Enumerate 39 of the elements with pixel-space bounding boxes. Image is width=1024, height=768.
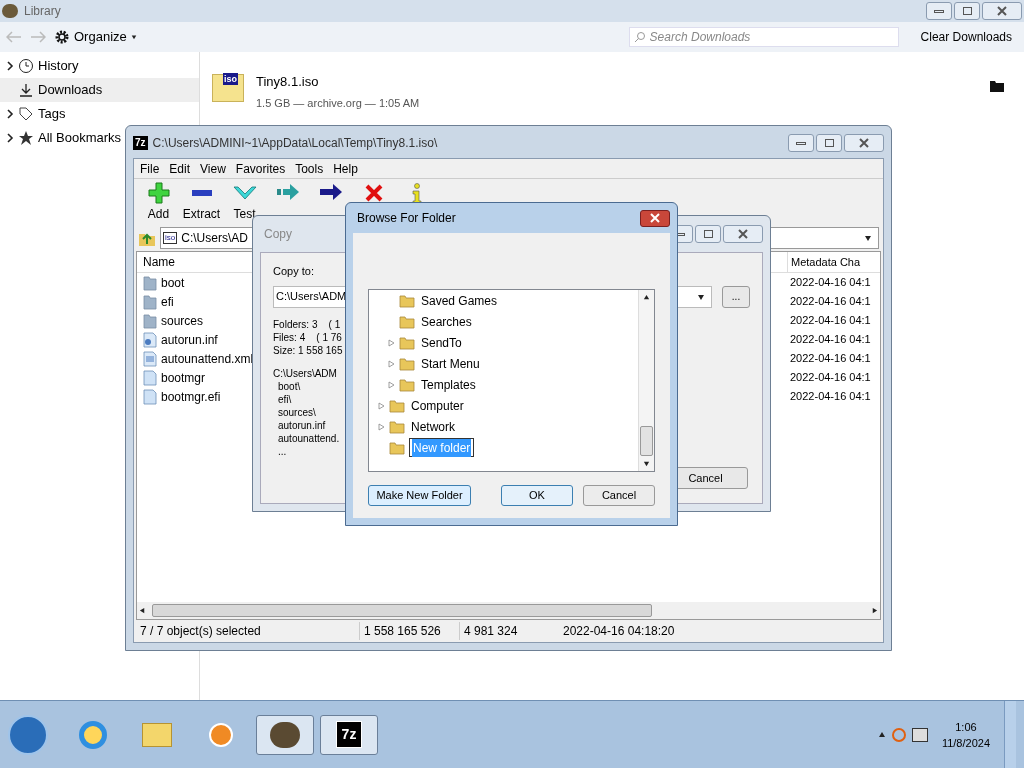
file-name: boot — [161, 274, 185, 292]
table-cell-text: 2022-04-16 04:1 — [789, 351, 872, 367]
path-text: efi\ — [278, 392, 292, 406]
table-cell-text: 2022-04-16 04:1 — [789, 370, 872, 386]
file-name: bootmgr.efi — [161, 388, 221, 406]
stats-text: Files: 4 ( 1 76 — [273, 330, 342, 344]
file-name: efi — [161, 293, 174, 311]
download-name: Tiny8.1.iso — [256, 73, 320, 91]
download-details: 1.5 GB — archive.org — 1:05 AM — [256, 95, 421, 111]
table-cell-text: 2022-04-16 04:1 — [789, 332, 872, 348]
status-text: 4 981 324 — [459, 622, 559, 640]
file-name: autorun.inf — [161, 331, 218, 349]
table-cell-text: 2022-04-16 04:1 — [789, 275, 872, 291]
iso-file-icon: iso — [212, 74, 244, 102]
status-text: 2022-04-16 04:18:20 — [562, 623, 676, 640]
file-name: bootmgr — [161, 369, 206, 387]
table-cell-text: 2022-04-16 04:1 — [789, 389, 872, 405]
window-title: C:\Users\ADMINI~1\AppData\Local\Temp\Tiny8.1.iso\ — [152, 135, 439, 152]
dialog-title: Browse For Folder — [357, 210, 457, 227]
app-logo: 7z — [133, 136, 148, 150]
dialog-title: Copy — [264, 226, 293, 243]
table-cell-text: 2022-04-16 04:1 — [789, 294, 872, 310]
path-text: sources\ — [278, 405, 316, 419]
app-logo: 7z — [336, 722, 362, 747]
status-text: 7 / 7 object(s) selected — [139, 623, 262, 640]
path-text: C:\Users\ADM — [273, 366, 337, 380]
table-cell-text: 2022-04-16 04:1 — [789, 313, 872, 329]
file-name: sources — [161, 312, 204, 330]
file-name: autounattend.xml — [161, 350, 254, 368]
status-text: 1 558 165 526 — [359, 622, 459, 640]
stats-text: Folders: 3 ( 1 — [273, 317, 341, 331]
iso-icon: iso — [163, 232, 178, 244]
field-label: Copy to: — [273, 264, 314, 279]
path-text: boot\ — [278, 379, 301, 393]
path-text: autounattend. — [278, 431, 340, 445]
path-text: autorun.inf — [278, 418, 326, 432]
window-title: Library — [24, 3, 62, 20]
path-text: ... — [278, 444, 287, 458]
stats-text: Size: 1 558 165 — [273, 343, 343, 357]
